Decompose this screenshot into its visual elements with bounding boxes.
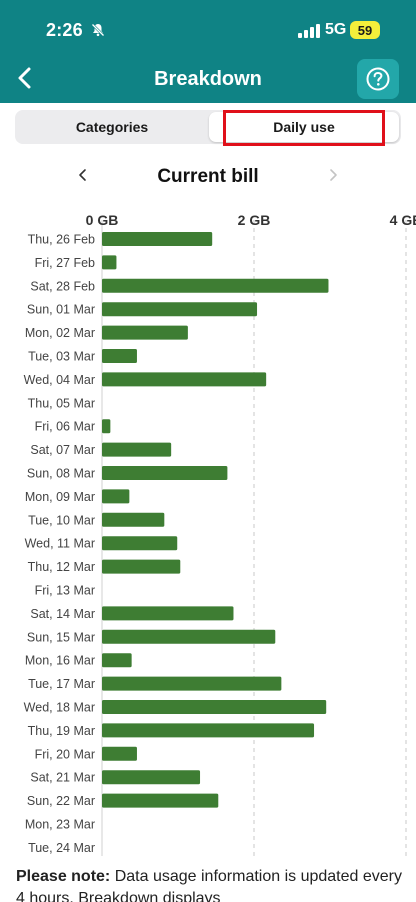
usage-bar[interactable] [102, 372, 267, 387]
y-tick-label: Sun, 08 Mar [27, 467, 95, 481]
usage-bar[interactable] [102, 232, 213, 246]
status-bar: 2:26 5G 59 [0, 0, 416, 60]
usage-bar[interactable] [102, 559, 181, 574]
usage-bar[interactable] [102, 419, 111, 434]
usage-bar[interactable] [102, 442, 172, 457]
x-tick-label: 4 GB [390, 212, 416, 228]
y-tick-label: Thu, 26 Feb [28, 233, 95, 247]
status-time: 2:26 [46, 20, 83, 40]
page-title: Breakdown [154, 68, 262, 90]
usage-bar[interactable] [102, 349, 137, 363]
y-tick-label: Wed, 04 Mar [24, 373, 95, 387]
y-tick-label: Sat, 28 Feb [30, 279, 95, 293]
tab-daily-use[interactable]: Daily use [209, 112, 399, 142]
y-tick-label: Mon, 09 Mar [25, 490, 95, 504]
daily-usage-chart: 0 GB 2 GB 4 GB Thu, 26 Feb Fri, 27 Feb Sat, 2… [24, 212, 416, 856]
y-tick-label: Tue, 17 Mar [28, 677, 95, 691]
period-navigator: Current bill [0, 158, 416, 194]
usage-bar[interactable] [102, 700, 327, 714]
chevron-right-icon [330, 169, 337, 181]
y-tick-label: Thu, 05 Mar [28, 396, 95, 410]
usage-bar[interactable] [102, 629, 276, 644]
usage-bar[interactable] [102, 512, 165, 527]
usage-bar[interactable] [102, 255, 117, 270]
usage-bar[interactable] [102, 466, 228, 480]
y-tick-label: Thu, 19 Mar [28, 724, 95, 738]
tab-categories[interactable]: Categories [17, 112, 207, 142]
help-button[interactable] [357, 59, 399, 99]
battery-level: 59 [357, 22, 373, 38]
usage-bar[interactable] [102, 793, 219, 808]
battery-icon: 59 [350, 21, 380, 39]
y-tick-label: Fri, 27 Feb [35, 256, 95, 270]
silent-bell-icon [91, 23, 105, 37]
usage-note: Please note: Data usage information is u… [16, 866, 402, 902]
y-tick-label: Wed, 11 Mar [25, 537, 95, 551]
x-tick-label: 0 GB [86, 212, 119, 228]
y-tick-label: Sun, 15 Mar [27, 630, 95, 644]
y-tick-label: Sat, 21 Mar [30, 771, 95, 785]
view-segmented-control: Categories Daily use [15, 110, 401, 144]
y-tick-label: Mon, 16 Mar [25, 654, 95, 668]
y-tick-label: Tue, 24 Mar [28, 841, 95, 855]
usage-bar[interactable] [102, 653, 132, 668]
y-tick-label: Mon, 23 Mar [25, 818, 95, 832]
usage-bar[interactable] [102, 325, 188, 340]
y-tick-label: Tue, 10 Mar [28, 513, 95, 527]
y-tick-label: Fri, 20 Mar [35, 747, 95, 761]
y-tick-label: Sun, 01 Mar [27, 303, 95, 317]
y-tick-label: Wed, 18 Mar [24, 701, 95, 715]
usage-bar[interactable] [102, 770, 201, 785]
y-tick-label: Sat, 14 Mar [30, 607, 95, 621]
y-tick-label: Mon, 02 Mar [25, 326, 95, 340]
signal-strength-icon [298, 24, 320, 38]
usage-bar[interactable] [102, 723, 315, 738]
header-bar: 2:26 5G 59 Breakdown [0, 0, 416, 103]
note-label: Please note: [16, 868, 111, 885]
usage-bar[interactable] [102, 746, 137, 761]
y-tick-label: Tue, 03 Mar [28, 350, 95, 364]
y-tick-label: Sat, 07 Mar [30, 443, 95, 457]
y-tick-label: Fri, 13 Mar [35, 584, 95, 598]
usage-bar[interactable] [102, 489, 130, 504]
y-tick-label: Fri, 06 Mar [35, 420, 95, 434]
usage-bar[interactable] [102, 278, 329, 293]
period-title: Current bill [157, 166, 259, 187]
nav-bar: Breakdown [0, 59, 416, 103]
x-tick-label: 2 GB [238, 212, 271, 228]
network-type: 5G [325, 21, 347, 38]
usage-bar[interactable] [102, 536, 178, 551]
y-tick-label: Sun, 22 Mar [27, 794, 95, 808]
y-tick-label: Thu, 12 Mar [28, 560, 95, 574]
help-question-icon [366, 67, 390, 91]
usage-bar[interactable] [102, 676, 282, 691]
usage-bar[interactable] [102, 606, 234, 621]
usage-bar[interactable] [102, 302, 258, 317]
